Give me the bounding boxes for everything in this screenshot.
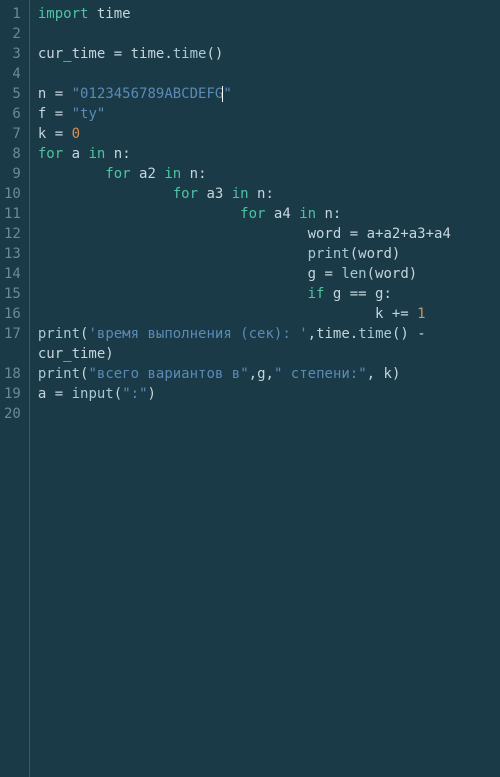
code-line[interactable] <box>38 24 500 44</box>
line-number: 15 <box>4 284 21 304</box>
code-line[interactable]: cur_time) <box>38 344 500 364</box>
line-number: 9 <box>4 164 21 184</box>
code-line[interactable]: k = 0 <box>38 124 500 144</box>
line-number: 3 <box>4 44 21 64</box>
line-number: 13 <box>4 244 21 264</box>
code-line[interactable]: k += 1 <box>38 304 500 324</box>
code-line[interactable]: for a3 in n: <box>38 184 500 204</box>
line-number: 16 <box>4 304 21 324</box>
code-line[interactable]: if g == g: <box>38 284 500 304</box>
code-line[interactable]: f = "ty" <box>38 104 500 124</box>
code-line[interactable]: print('время выполнения (сек): ',time.ti… <box>38 324 500 344</box>
line-number: 2 <box>4 24 21 44</box>
code-line[interactable]: print(word) <box>38 244 500 264</box>
code-line[interactable]: for a in n: <box>38 144 500 164</box>
code-line[interactable]: cur_time = time.time() <box>38 44 500 64</box>
line-number: 7 <box>4 124 21 144</box>
line-number: 14 <box>4 264 21 284</box>
line-number: 10 <box>4 184 21 204</box>
code-area[interactable]: import time cur_time = time.time() n = "… <box>30 0 500 777</box>
code-line[interactable]: n = "0123456789ABCDEFG" <box>38 84 500 104</box>
code-line[interactable]: g = len(word) <box>38 264 500 284</box>
line-number: 19 <box>4 384 21 404</box>
code-line[interactable] <box>38 64 500 84</box>
line-number: 8 <box>4 144 21 164</box>
code-line[interactable]: import time <box>38 4 500 24</box>
line-number: 17 <box>4 324 21 344</box>
line-number: 12 <box>4 224 21 244</box>
line-number-gutter: 1 2 3 4 5 6 7 8 9 10 11 12 13 14 15 16 1… <box>0 0 30 777</box>
code-line[interactable]: print("всего вариантов в",g," степени:",… <box>38 364 500 384</box>
line-number: 5 <box>4 84 21 104</box>
code-line[interactable]: for a2 in n: <box>38 164 500 184</box>
line-number <box>4 344 21 364</box>
line-number: 4 <box>4 64 21 84</box>
line-number: 18 <box>4 364 21 384</box>
code-editor[interactable]: 1 2 3 4 5 6 7 8 9 10 11 12 13 14 15 16 1… <box>0 0 500 777</box>
code-line[interactable]: for a4 in n: <box>38 204 500 224</box>
code-line[interactable] <box>38 404 500 424</box>
line-number: 6 <box>4 104 21 124</box>
code-line[interactable]: word = a+a2+a3+a4 <box>38 224 500 244</box>
line-number: 1 <box>4 4 21 24</box>
line-number: 20 <box>4 404 21 424</box>
line-number: 11 <box>4 204 21 224</box>
code-line[interactable]: a = input(":") <box>38 384 500 404</box>
